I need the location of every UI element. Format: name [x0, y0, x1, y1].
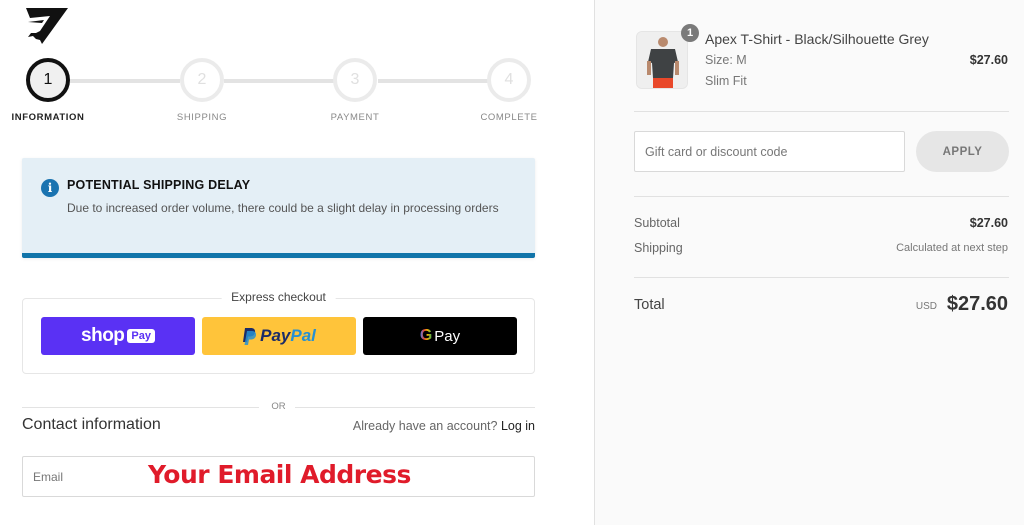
info-icon: i — [41, 179, 59, 197]
email-annotation: Your Email Address — [148, 460, 411, 489]
shop-pay-pill: Pay — [127, 329, 155, 343]
apply-discount-button[interactable]: APPLY — [916, 131, 1009, 172]
gymshark-logo-icon[interactable] — [22, 6, 70, 46]
step-number: 3 — [333, 58, 377, 102]
discount-code-field[interactable] — [634, 131, 905, 172]
discount-code-input[interactable] — [635, 132, 904, 171]
shipping-label: Shipping — [634, 241, 683, 255]
step-label: INFORMATION — [11, 112, 85, 123]
product-size: Size: M — [705, 53, 747, 67]
step-shipping[interactable]: 2 SHIPPING — [152, 58, 252, 123]
google-g-icon: G — [419, 327, 433, 344]
step-label: PAYMENT — [330, 112, 380, 123]
or-text: OR — [271, 401, 286, 412]
account-prompt-text: Already have an account? — [352, 419, 498, 433]
checkout-page: 1 INFORMATION 2 SHIPPING 3 PAYMENT 4 COM… — [0, 0, 1024, 525]
product-photo-icon — [637, 32, 687, 88]
checkout-main: 1 INFORMATION 2 SHIPPING 3 PAYMENT 4 COM… — [0, 0, 594, 525]
product-fit: Slim Fit — [705, 74, 747, 88]
shop-pay-logo: shop — [81, 325, 125, 346]
summary-divider — [634, 277, 1009, 278]
shop-pay-button[interactable]: shop Pay — [41, 317, 195, 355]
contact-information-heading: Contact information — [22, 416, 161, 433]
summary-divider — [634, 111, 1009, 112]
paypal-icon — [243, 327, 257, 345]
google-pay-button[interactable]: G Pay — [363, 317, 517, 355]
quantity-badge: 1 — [681, 24, 699, 42]
step-complete[interactable]: 4 COMPLETE — [459, 58, 559, 123]
total-value: $27.60 — [946, 293, 1008, 315]
login-link[interactable]: Log in — [501, 419, 535, 433]
total-currency: USD — [915, 301, 937, 312]
notice-text: Due to increased order volume, there cou… — [67, 201, 499, 215]
shipping-value: Calculated at next step — [896, 242, 1008, 254]
or-divider: OR — [22, 401, 535, 413]
step-number: 4 — [487, 58, 531, 102]
divider-line — [22, 407, 259, 408]
google-pay-text: Pay — [434, 327, 461, 345]
shipping-delay-notice: i POTENTIAL SHIPPING DELAY Due to increa… — [22, 158, 535, 258]
product-price: $27.60 — [969, 53, 1008, 67]
step-number: 1 — [26, 58, 70, 102]
express-checkout-title: Express checkout — [221, 290, 336, 304]
step-label: COMPLETE — [480, 112, 538, 123]
step-label: SHIPPING — [176, 112, 228, 123]
email-input[interactable] — [33, 457, 143, 496]
account-prompt: Already have an account? Log in — [353, 419, 535, 433]
paypal-pay-text: Pay — [260, 326, 291, 345]
summary-divider — [634, 196, 1009, 197]
total-label: Total — [634, 297, 665, 313]
product-name: Apex T-Shirt - Black/Silhouette Grey — [705, 31, 929, 47]
checkout-stepper: 1 INFORMATION 2 SHIPPING 3 PAYMENT 4 COM… — [0, 58, 560, 128]
notice-title: POTENTIAL SHIPPING DELAY — [67, 178, 251, 192]
subtotal-value: $27.60 — [969, 216, 1008, 230]
step-payment[interactable]: 3 PAYMENT — [305, 58, 405, 123]
paypal-pal-text: Pal — [290, 326, 316, 345]
email-field[interactable]: Your Email Address — [22, 456, 535, 497]
paypal-button[interactable]: Pay Pal — [202, 317, 356, 355]
step-number: 2 — [180, 58, 224, 102]
order-summary: 1 Apex T-Shirt - Black/Silhouette Grey S… — [594, 0, 1024, 525]
divider-line — [295, 407, 535, 408]
subtotal-label: Subtotal — [634, 216, 680, 230]
express-checkout: Express checkout shop Pay Pay Pal G Pay — [22, 290, 535, 374]
product-image — [636, 31, 688, 89]
step-information[interactable]: 1 INFORMATION — [0, 58, 98, 123]
